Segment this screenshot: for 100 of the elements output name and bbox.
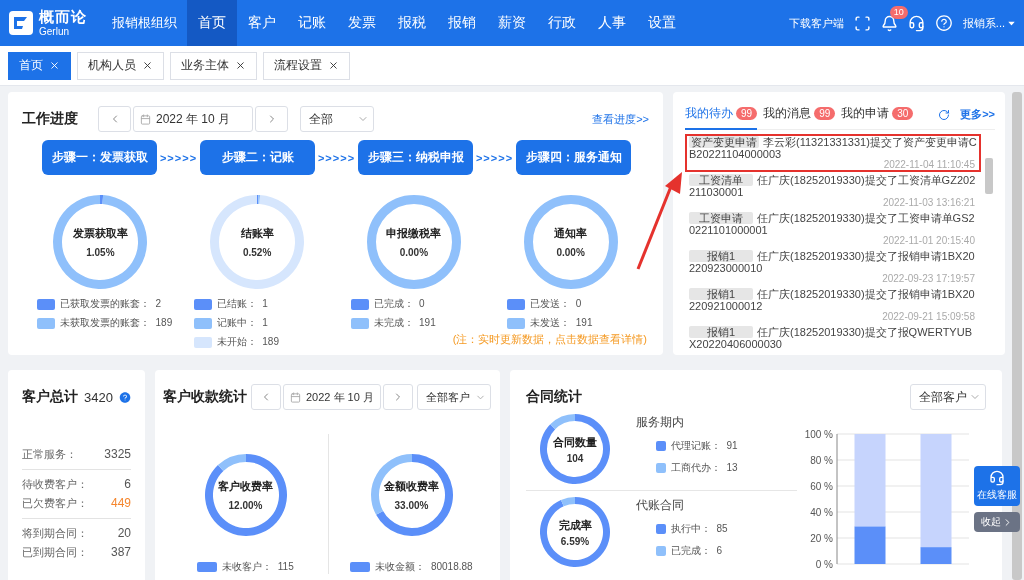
donut-value: 0.00% (399, 247, 429, 258)
nav-item[interactable]: 行政 (537, 0, 587, 46)
scan-icon[interactable] (853, 14, 871, 32)
todo-item[interactable]: 报销1 任广庆(18252019330)提交了报销申请1BX20220923000010 2022-09-23 17:19:57 (685, 248, 981, 286)
donut-value: 104 (566, 452, 584, 464)
collapse-button[interactable]: 收起 (974, 512, 1020, 532)
stat-value: 3325 (104, 446, 131, 463)
step-button[interactable]: 步骤四：服务通知 (516, 140, 631, 175)
step-button[interactable]: 步骤二：记账 (200, 140, 315, 175)
nav-item[interactable]: 发票 (337, 0, 387, 46)
donut-title: 合同数量 (553, 434, 597, 450)
close-icon[interactable] (49, 60, 60, 71)
axis-tick-label: 60 % (810, 480, 833, 492)
update-note: (注：实时更新数据，点击数据查看详情) (452, 332, 647, 347)
legend-label: 未收金额： 80018.88 (375, 560, 473, 574)
nav-item[interactable]: 人事 (587, 0, 637, 46)
donut-value: 1.05% (86, 247, 115, 258)
todo-time: 2022-11-01 20:15:40 (881, 236, 976, 246)
refresh-icon[interactable] (938, 108, 951, 121)
view-progress-link[interactable]: 查看进度>> (592, 111, 649, 127)
page-tab[interactable]: 流程设置 (263, 51, 350, 80)
donut-value: 0.00% (556, 247, 585, 258)
donut-title: 申报缴税率 (386, 226, 442, 241)
section-title: 客户收款统计 (163, 388, 247, 406)
step-button[interactable]: 步骤一：发票获取 (42, 140, 157, 175)
todo-item[interactable]: 工资清单 任广庆(18252019330)提交了工资清单GZ202211030001 2022-11-03 13:16:21 (685, 172, 981, 210)
axis-tick-label: 20 % (810, 532, 833, 544)
legend-label: 未收客户： 115 (222, 560, 294, 574)
page-tab[interactable]: 业务主体 (170, 51, 257, 80)
todo-item[interactable]: 资产变更申请 李云彩(11321331331)提交了资产变更申请CB20221104000003 2022-11-04 11:10:45 (685, 134, 981, 172)
step-arrows: >>>>> (159, 151, 198, 164)
legend-label: 已发送： 0 (530, 297, 582, 311)
organization-name: 报销根组织 (112, 14, 177, 32)
nav-item[interactable]: 设置 (637, 0, 687, 46)
notification-badge: 10 (889, 5, 908, 19)
step-arrows: >>>>> (317, 151, 356, 164)
filter-select[interactable]: 全部 (300, 106, 374, 132)
download-client-link[interactable]: 下载客户端 (788, 15, 844, 31)
todo-item[interactable]: 报销1 任广庆(18252019330)提交了报销申请1BX20220921000012 2022-09-21 15:09:58 (685, 286, 981, 324)
month-field[interactable]: 2022 年 10 月 (133, 106, 253, 132)
stat-value: 20 (117, 525, 131, 542)
legend-label: 记账中： 1 (216, 316, 268, 330)
page-tab[interactable]: 首页 (8, 51, 71, 80)
legend-label: 未获取发票的账套： 189 (60, 316, 173, 330)
donut-value: 33.00% (394, 500, 429, 511)
legend-label: 未发送： 191 (530, 316, 593, 330)
todo-message: 报销1 任广庆(18252019330)提交了报销申请1BX20220921000012 (689, 288, 976, 312)
message-tab[interactable]: 我的消息 99 (763, 99, 836, 130)
todo-item[interactable]: 报销1 任广庆(18252019330)提交了报QWERTYUBX20220406000030 (685, 324, 981, 352)
group-heading: 代账合同 (636, 497, 685, 514)
nav-item[interactable]: 薪资 (487, 0, 537, 46)
close-icon[interactable] (142, 60, 153, 71)
donut-value: 0.52% (242, 247, 272, 258)
headset-icon[interactable] (907, 14, 925, 32)
logo-name: 概而论 (39, 9, 87, 24)
section-title: 客户总计 (22, 388, 78, 406)
customer-filter-select[interactable]: 全部客户 (910, 384, 986, 410)
message-tab[interactable]: 我的待办 99 (685, 99, 758, 130)
todo-item[interactable]: 工资申请 任广庆(18252019330)提交了工资申请单GS20221101000001 2022-11-01 20:15:40 (685, 210, 981, 248)
customer-filter-select[interactable]: 全部客户 (417, 384, 491, 410)
bell-icon[interactable] (880, 14, 898, 32)
donut-value: 12.00% (228, 500, 263, 511)
more-link[interactable]: 更多>> (960, 107, 995, 122)
legend-label: 未完成： 191 (373, 316, 436, 330)
section-title: 工作进度 (22, 110, 78, 128)
message-tab[interactable]: 我的申请 30 (841, 99, 914, 130)
donut-title: 完成率 (558, 517, 592, 533)
stat-label: 待收费客户： (22, 477, 88, 492)
scrollbar-thumb[interactable] (985, 158, 993, 194)
nav-item[interactable]: 客户 (237, 0, 287, 46)
user-menu[interactable]: 报销系... (962, 15, 1016, 31)
online-service-button[interactable]: 在线客服 (974, 466, 1020, 506)
stat-label: 已到期合同： (22, 545, 88, 560)
donut-title: 金额收费率 (384, 479, 439, 494)
donut-title: 结账率 (240, 226, 274, 241)
axis-tick-label: 0 % (815, 558, 833, 570)
group-heading: 服务期内 (636, 414, 685, 431)
page-tab[interactable]: 机构人员 (77, 51, 164, 80)
stat-value: 387 (110, 544, 131, 561)
legend-label: 工商代办： 13 (671, 461, 738, 475)
legend-label: 已完成： 0 (373, 297, 425, 311)
nav-item[interactable]: 首页 (187, 0, 237, 46)
help-icon[interactable] (934, 14, 953, 32)
donut-value: 6.59% (560, 535, 590, 547)
stat-label: 已欠费客户： (22, 496, 88, 511)
nav-item[interactable]: 报税 (387, 0, 437, 46)
todo-time: 2022-11-04 11:10:45 (882, 160, 976, 170)
close-icon[interactable] (235, 60, 246, 71)
nav-item[interactable]: 记账 (287, 0, 337, 46)
help-icon[interactable] (118, 390, 131, 404)
logo-subtitle: Gerlun (39, 27, 70, 37)
todo-message: 资产变更申请 李云彩(11321331331)提交了资产变更申请CB20221104000003 (689, 136, 977, 160)
donut-title: 发票获取率 (72, 226, 128, 241)
legend-label: 代理记账： 91 (671, 439, 738, 453)
calendar-icon (290, 391, 301, 403)
month-field[interactable]: 2022 年 10 月 (283, 384, 381, 410)
step-button[interactable]: 步骤三：纳税申报 (358, 140, 473, 175)
todo-message: 报销1 任广庆(18252019330)提交了报销申请1BX20220923000010 (689, 250, 976, 274)
close-icon[interactable] (328, 60, 339, 71)
nav-item[interactable]: 报销 (437, 0, 487, 46)
